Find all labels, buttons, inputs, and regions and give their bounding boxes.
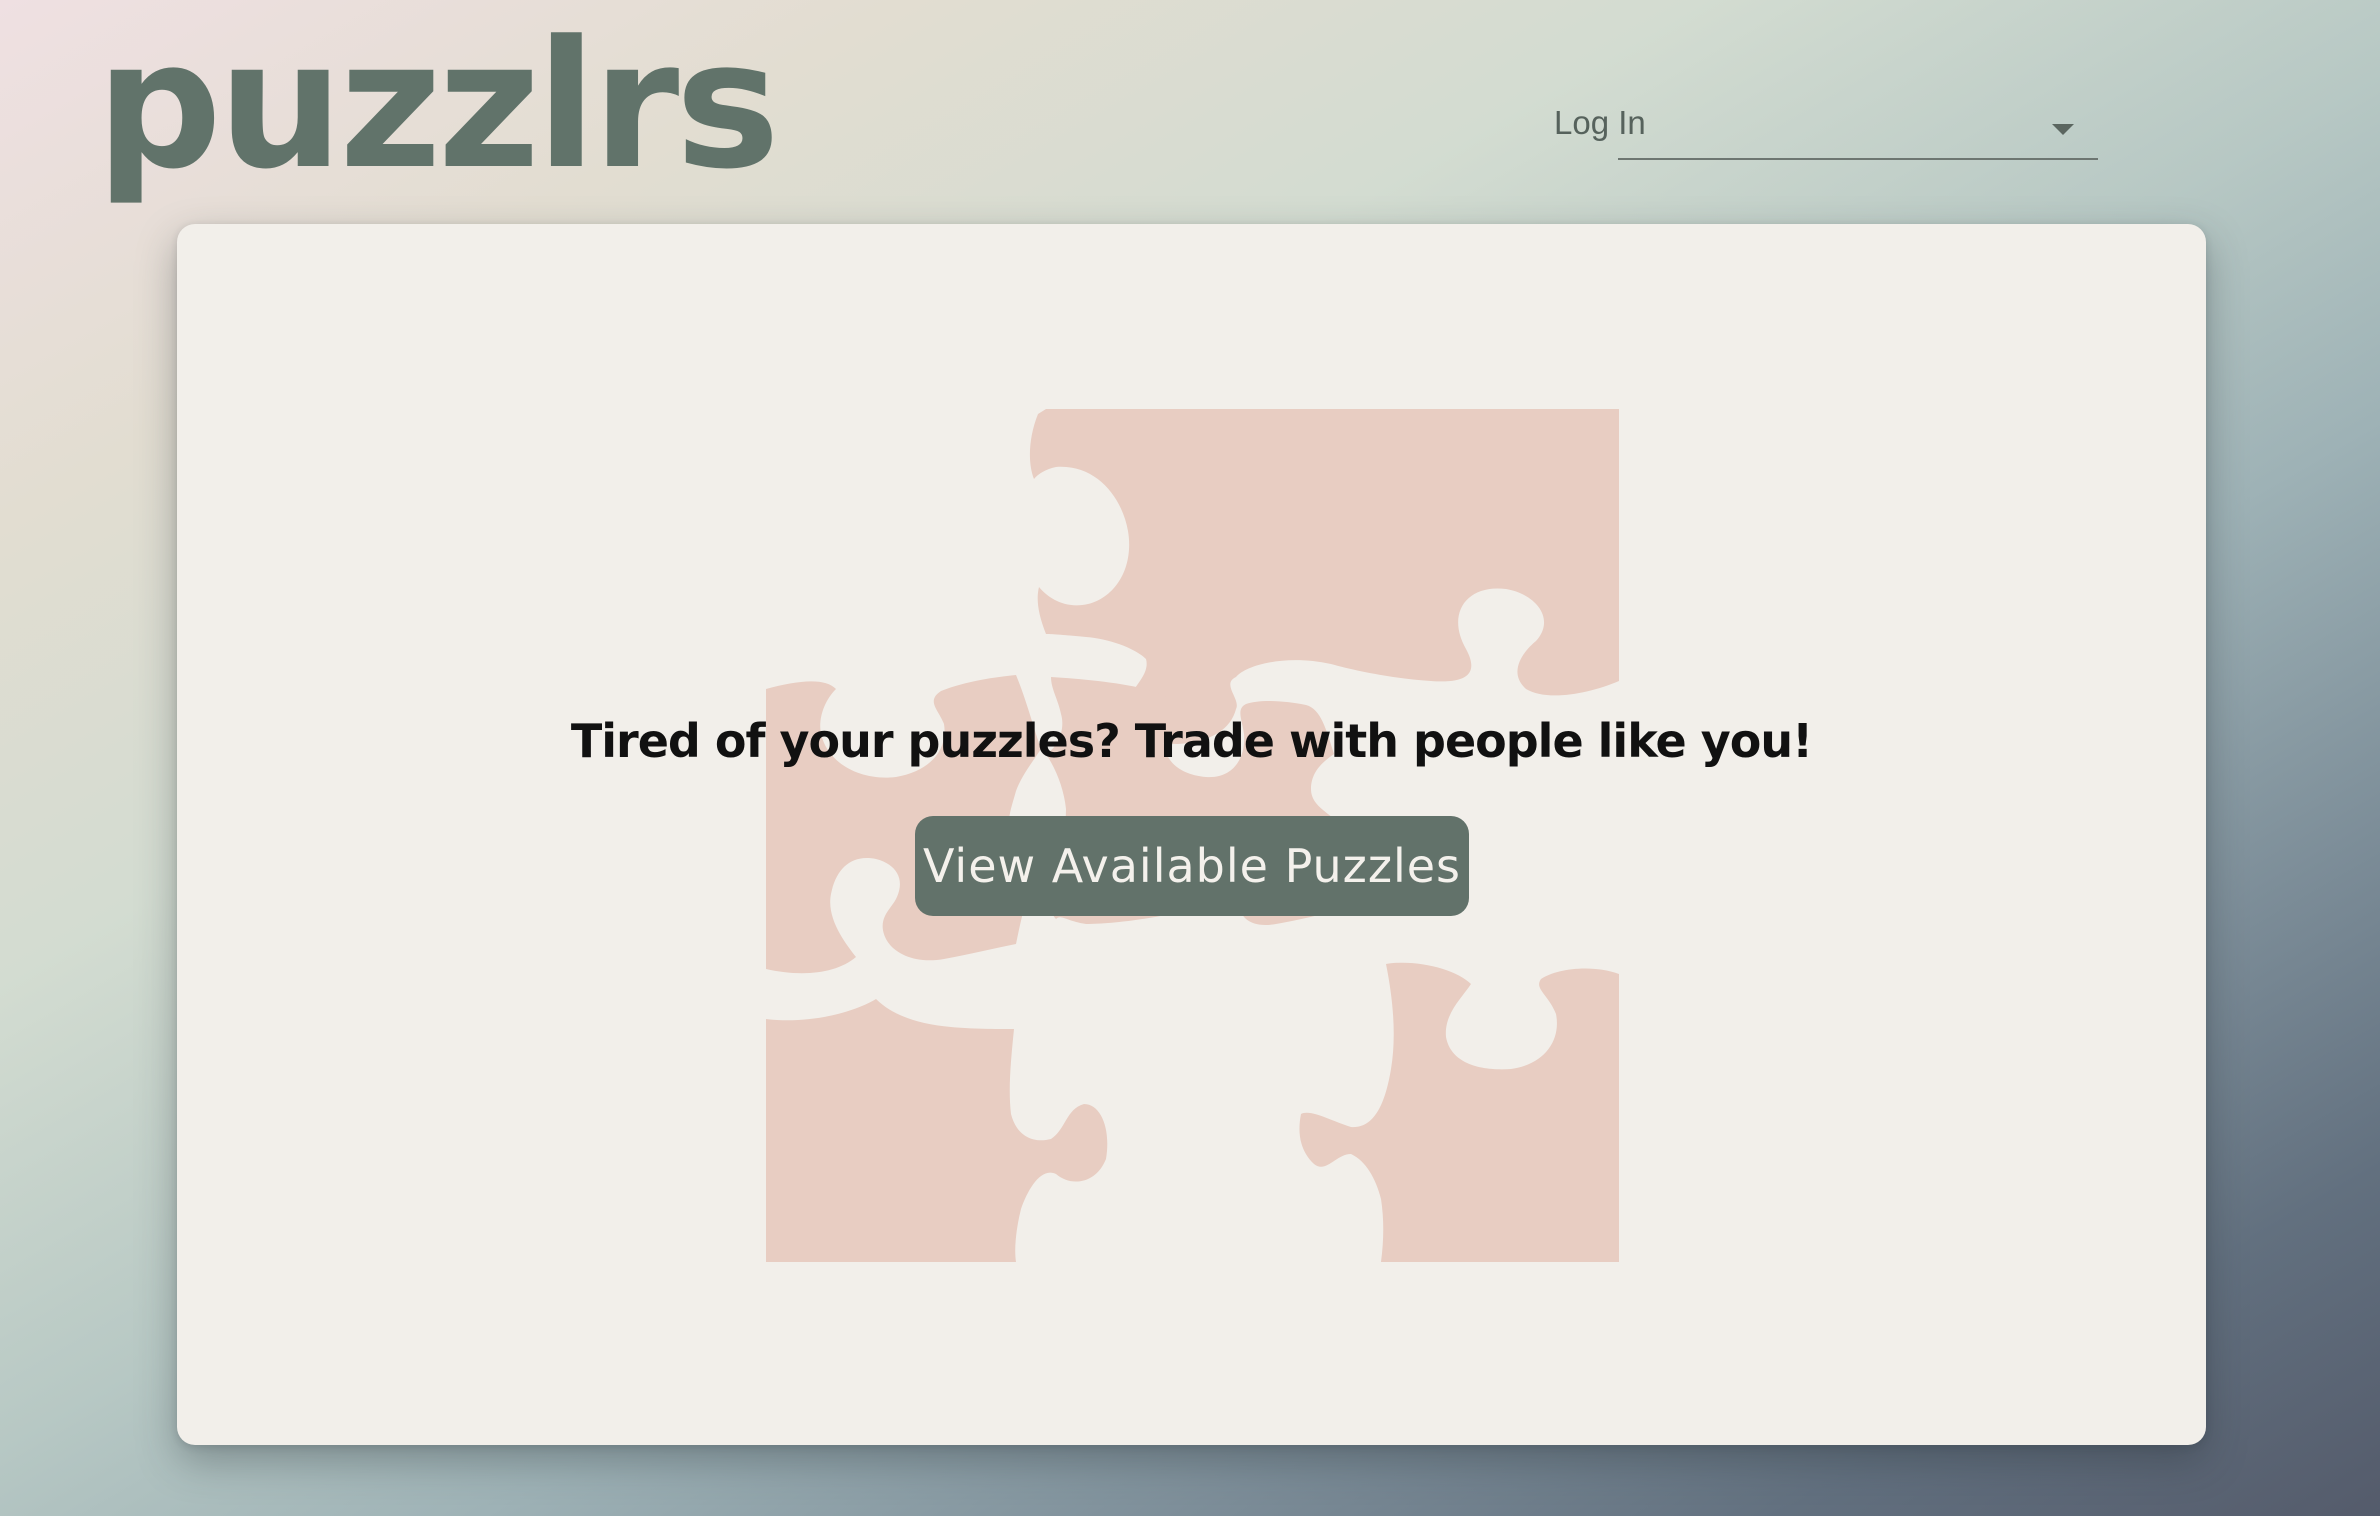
site-logo[interactable]: puzzlrs [96,18,780,194]
login-dropdown-label: Log In [1554,104,1646,141]
puzzle-piece-bottom-right [1299,962,1619,1262]
login-dropdown[interactable]: Log In [1554,104,2098,160]
puzzle-piece-bottom-left [766,999,1108,1262]
hero-tagline: Tired of your puzzles? Trade with people… [570,714,1813,768]
caret-down-icon [2052,124,2074,135]
hero-card: Tired of your puzzles? Trade with people… [177,224,2206,1445]
view-available-puzzles-button[interactable]: View Available Puzzles [915,816,1469,916]
